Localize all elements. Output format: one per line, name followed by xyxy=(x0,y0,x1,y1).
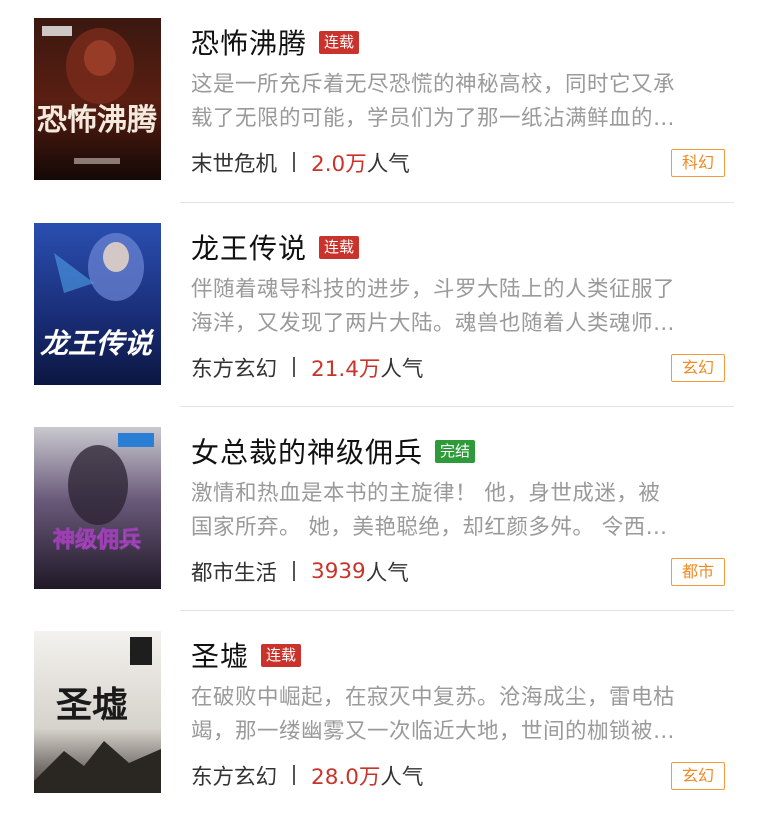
book-meta: 都市生活 3939 人气 xyxy=(191,554,409,588)
popularity-unit: 人气 xyxy=(380,764,424,790)
genre-tag[interactable]: 科幻 xyxy=(671,149,725,177)
book-title[interactable]: 龙王传说 xyxy=(191,227,307,267)
book-item[interactable]: 恐怖沸腾 恐怖沸腾 连载 这是一所充斥着无尽恐慌的神秘高校，同时它又承 载了无限… xyxy=(0,0,760,204)
cover-art: 龙王传说 xyxy=(34,223,161,385)
popularity-count: 28.0万 xyxy=(311,764,381,790)
book-cover-image[interactable]: 龙王传说 xyxy=(34,223,161,385)
title-line: 圣墟 连载 xyxy=(191,635,302,675)
book-item[interactable]: 神级佣兵 女总裁的神级佣兵 完结 激情和热血是本书的主旋律！ 他，身世成迷，被 … xyxy=(0,408,760,612)
divider xyxy=(180,202,734,203)
book-meta: 末世危机 2.0万 人气 xyxy=(191,145,410,179)
book-cover-image[interactable]: 恐怖沸腾 xyxy=(34,18,161,180)
popularity-unit: 人气 xyxy=(366,151,410,177)
description-line: 激情和热血是本书的主旋律！ 他，身世成迷，被 xyxy=(191,481,661,506)
description-line: 国家所弃。 她，美艳聪绝，却红颜多舛。 令西… xyxy=(191,515,668,540)
description-line: 伴随着魂导科技的进步，斗罗大陆上的人类征服了 xyxy=(191,277,676,302)
meta-separator xyxy=(293,765,296,785)
divider xyxy=(180,610,734,611)
description-line: 载了无限的可能，学员们为了那一纸沾满鲜血的… xyxy=(191,106,676,131)
status-badge: 连载 xyxy=(319,235,360,259)
book-title[interactable]: 女总裁的神级佣兵 xyxy=(191,431,423,471)
genre-tag[interactable]: 玄幻 xyxy=(671,354,725,382)
book-title[interactable]: 圣墟 xyxy=(191,635,249,675)
cover-title-text: 恐怖沸腾 xyxy=(37,103,158,138)
book-meta: 东方玄幻 21.4万 人气 xyxy=(191,350,423,384)
cover-title-text: 圣墟 xyxy=(56,684,128,726)
book-meta: 东方玄幻 28.0万 人气 xyxy=(191,758,423,792)
book-cover-image[interactable]: 神级佣兵 xyxy=(34,427,161,589)
meta-separator xyxy=(293,561,296,581)
status-badge: 连载 xyxy=(261,643,302,667)
book-description: 伴随着魂导科技的进步，斗罗大陆上的人类征服了 海洋，又发现了两片大陆。魂兽也随着… xyxy=(191,273,731,341)
status-badge: 连载 xyxy=(319,30,360,54)
cover-art: 恐怖沸腾 xyxy=(34,18,161,180)
book-item[interactable]: 龙王传说 龙王传说 连载 伴随着魂导科技的进步，斗罗大陆上的人类征服了 海洋，又… xyxy=(0,204,760,408)
title-line: 恐怖沸腾 连载 xyxy=(191,22,360,62)
book-description: 这是一所充斥着无尽恐慌的神秘高校，同时它又承 载了无限的可能，学员们为了那一纸沾… xyxy=(191,68,731,136)
popularity-unit: 人气 xyxy=(380,356,424,382)
book-cover-image[interactable]: 圣墟 xyxy=(34,631,161,793)
genre-tag[interactable]: 玄幻 xyxy=(671,762,725,790)
popularity-count: 3939 xyxy=(311,558,366,584)
title-line: 龙王传说 连载 xyxy=(191,227,360,267)
meta-separator xyxy=(293,152,296,172)
description-line: 这是一所充斥着无尽恐慌的神秘高校，同时它又承 xyxy=(191,72,676,97)
cover-title-text: 龙王传说 xyxy=(40,327,155,360)
description-line: 海洋，又发现了两片大陆。魂兽也随着人类魂师… xyxy=(191,311,676,336)
divider xyxy=(180,406,734,407)
title-line: 女总裁的神级佣兵 完结 xyxy=(191,431,476,471)
book-title[interactable]: 恐怖沸腾 xyxy=(191,22,307,62)
popularity-count: 21.4万 xyxy=(311,356,381,382)
cover-title-text: 神级佣兵 xyxy=(53,527,141,553)
book-description: 在破败中崛起，在寂灭中复苏。沧海成尘，雷电枯 竭，那一缕幽雾又一次临近大地，世间… xyxy=(191,681,731,749)
category-label: 都市生活 xyxy=(191,560,278,586)
description-line: 在破败中崛起，在寂灭中复苏。沧海成尘，雷电枯 xyxy=(191,685,676,710)
genre-tag[interactable]: 都市 xyxy=(671,558,725,586)
popularity-unit: 人气 xyxy=(365,560,409,586)
popularity-count: 2.0万 xyxy=(311,151,367,177)
category-label: 东方玄幻 xyxy=(191,764,278,790)
description-line: 竭，那一缕幽雾又一次临近大地，世间的枷锁被… xyxy=(191,719,676,744)
status-badge: 完结 xyxy=(435,439,476,463)
cover-art: 神级佣兵 xyxy=(34,427,161,589)
book-item[interactable]: 圣墟 圣墟 连载 在破败中崛起，在寂灭中复苏。沧海成尘，雷电枯 竭，那一缕幽雾又… xyxy=(0,612,760,816)
book-description: 激情和热血是本书的主旋律！ 他，身世成迷，被 国家所弃。 她，美艳聪绝，却红颜多… xyxy=(191,477,731,545)
meta-separator xyxy=(293,357,296,377)
category-label: 东方玄幻 xyxy=(191,356,278,382)
cover-art: 圣墟 xyxy=(34,631,161,793)
book-list: 恐怖沸腾 恐怖沸腾 连载 这是一所充斥着无尽恐慌的神秘高校，同时它又承 载了无限… xyxy=(0,0,760,796)
category-label: 末世危机 xyxy=(191,151,278,177)
